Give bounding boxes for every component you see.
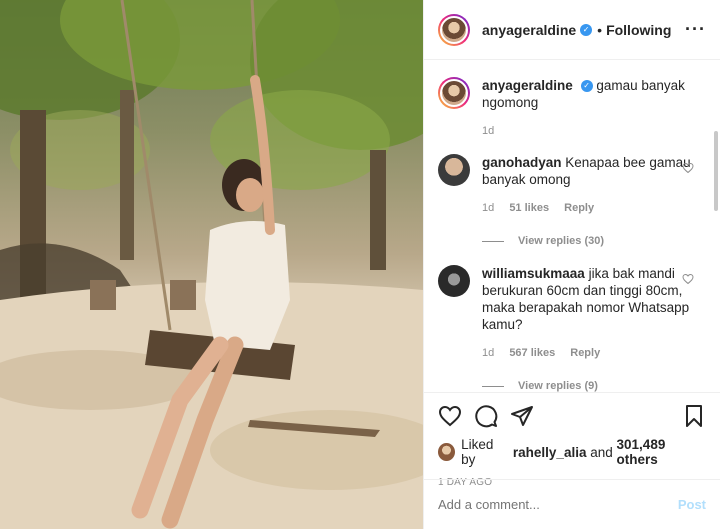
- comment-likes[interactable]: 51 likes: [509, 202, 549, 214]
- like-heart-icon[interactable]: [438, 404, 462, 428]
- verified-badge-icon: ✓: [580, 23, 593, 36]
- verified-badge-icon: ✓: [580, 80, 593, 93]
- post-side-panel: anyageraldine ✓ • Following ··· anyagera…: [423, 0, 720, 529]
- author-avatar[interactable]: [438, 13, 470, 46]
- reply-button[interactable]: Reply: [570, 347, 600, 359]
- like-comment-heart-icon[interactable]: [682, 162, 694, 174]
- view-replies-label[interactable]: View replies (9): [518, 380, 598, 392]
- replies-divider-line: [482, 240, 504, 242]
- view-replies-label[interactable]: View replies (30): [518, 235, 604, 247]
- add-comment-bar: Post: [424, 479, 720, 529]
- comment-item: williamsukmaaa jika bak mandi berukuran …: [438, 265, 706, 362]
- liked-by-others[interactable]: 301,489 others: [617, 437, 706, 467]
- share-paper-plane-icon[interactable]: [510, 404, 534, 428]
- beach-swing-photo: [0, 0, 423, 529]
- commenter-avatar[interactable]: [438, 265, 470, 297]
- comment-time[interactable]: 1d: [482, 202, 494, 214]
- liked-by-and: and: [590, 444, 613, 460]
- comment-likes[interactable]: 567 likes: [509, 347, 555, 359]
- commenter-avatar[interactable]: [438, 154, 470, 186]
- post-photo[interactable]: [0, 0, 423, 529]
- comments-section[interactable]: anyageraldine ✓ gamau banyak ngomong 1d …: [424, 61, 720, 392]
- view-replies-toggle[interactable]: View replies (9): [482, 380, 706, 392]
- more-options-icon[interactable]: ···: [685, 19, 706, 40]
- caption-avatar[interactable]: [438, 77, 470, 109]
- following-button[interactable]: Following: [606, 22, 671, 38]
- liked-by-prefix: Liked by: [461, 437, 494, 467]
- view-replies-toggle[interactable]: View replies (30): [482, 235, 706, 247]
- comment-meta: 1d 51 likes Reply: [482, 200, 692, 217]
- separator-dot: •: [597, 21, 603, 38]
- comment-time[interactable]: 1d: [482, 347, 494, 359]
- liked-by-username[interactable]: rahelly_alia: [513, 445, 587, 460]
- caption-meta: 1d: [482, 123, 692, 140]
- post-actions: Liked by rahelly_alia and 301,489 others…: [424, 392, 720, 488]
- comment-item: ganohadyan Kenapaa bee gamau banyak omon…: [438, 154, 706, 217]
- add-comment-input[interactable]: [438, 497, 678, 512]
- caption-time[interactable]: 1d: [482, 125, 494, 137]
- replies-divider-line: [482, 385, 504, 387]
- commenter-username[interactable]: williamsukmaaa: [482, 266, 585, 281]
- comment-meta: 1d 567 likes Reply: [482, 345, 692, 362]
- post-caption: anyageraldine ✓ gamau banyak ngomong 1d: [438, 77, 706, 140]
- like-comment-heart-icon[interactable]: [682, 273, 694, 285]
- comment-bubble-icon[interactable]: [474, 404, 498, 428]
- action-icons-row: [438, 403, 706, 429]
- reply-button[interactable]: Reply: [564, 202, 594, 214]
- commenter-username[interactable]: ganohadyan: [482, 155, 562, 170]
- post-header: anyageraldine ✓ • Following ···: [424, 0, 720, 60]
- comments-scrollbar[interactable]: [714, 131, 718, 211]
- post-comment-button[interactable]: Post: [678, 497, 706, 512]
- liker-avatar[interactable]: [438, 443, 456, 461]
- likes-summary: Liked by rahelly_alia and 301,489 others: [438, 437, 706, 467]
- save-bookmark-icon[interactable]: [682, 404, 706, 428]
- caption-username[interactable]: anyageraldine: [482, 78, 573, 93]
- author-username[interactable]: anyageraldine: [482, 22, 576, 38]
